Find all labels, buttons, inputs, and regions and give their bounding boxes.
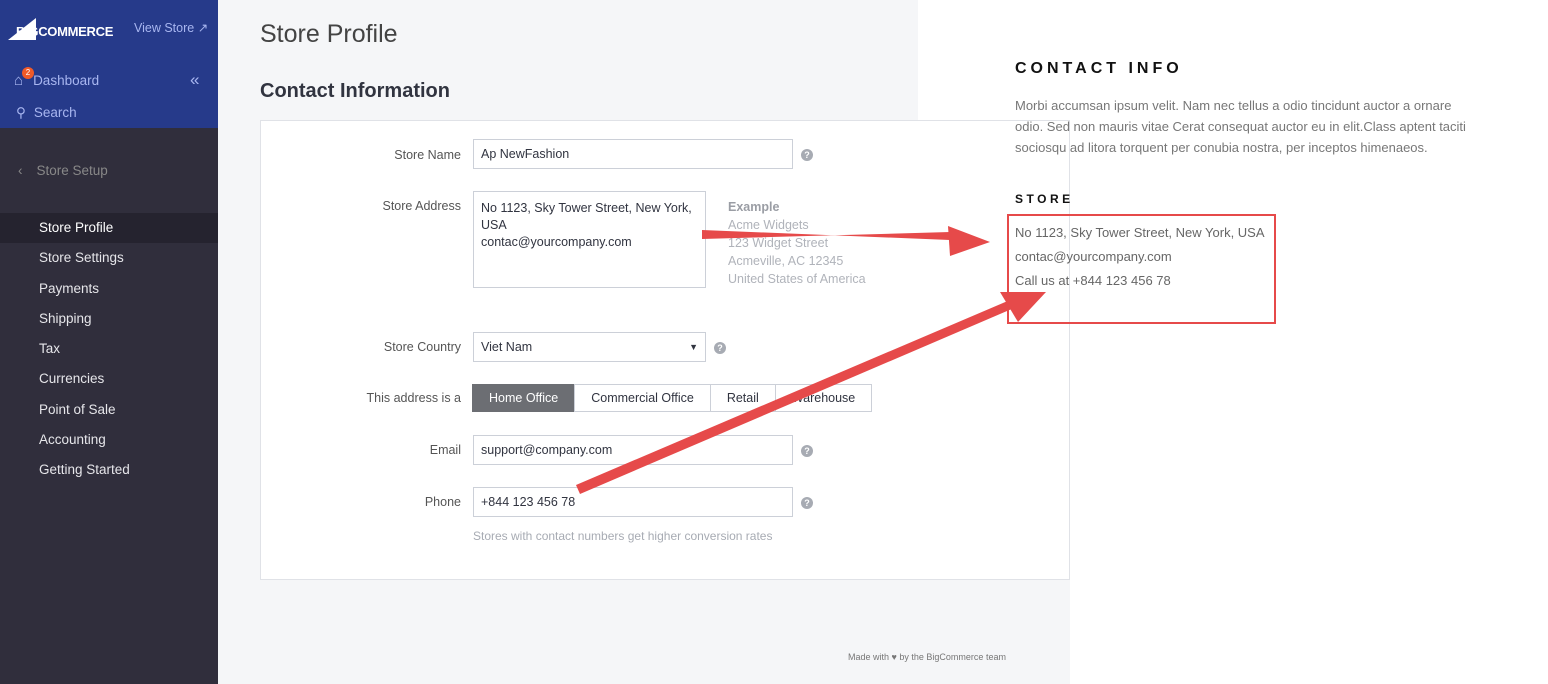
arrow-address <box>702 226 990 256</box>
annotation-arrows <box>576 226 1046 494</box>
arrow-phone <box>576 292 1046 494</box>
